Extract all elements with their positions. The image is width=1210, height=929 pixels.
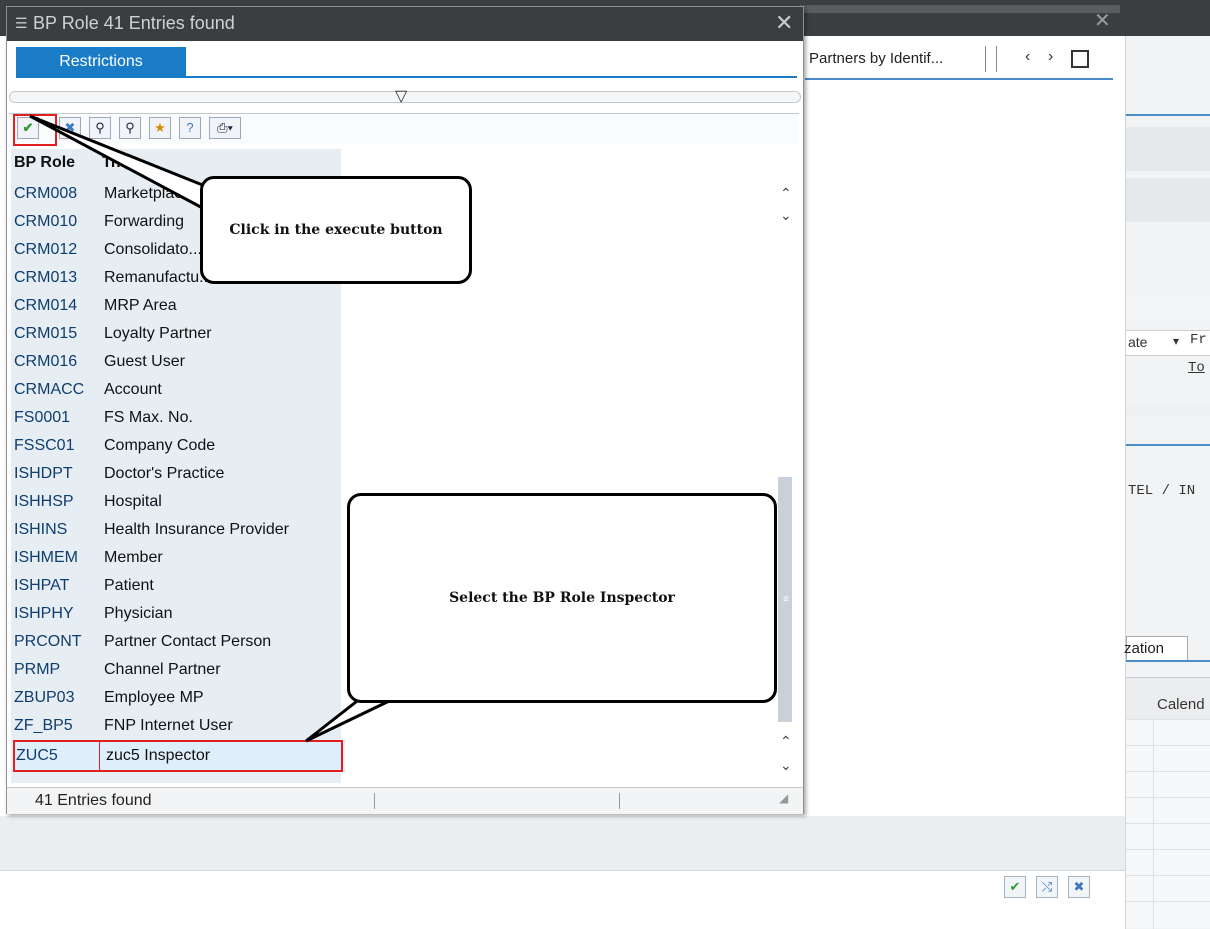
callout-select: Select the BP Role Inspector [347, 493, 777, 703]
callout-tail-execute [29, 114, 212, 215]
callout-execute: Click in the execute button [200, 176, 472, 284]
callout-execute-text: Click in the execute button [229, 222, 443, 238]
callout-tails [29, 114, 411, 743]
callout-select-text: Select the BP Role Inspector [449, 590, 675, 606]
